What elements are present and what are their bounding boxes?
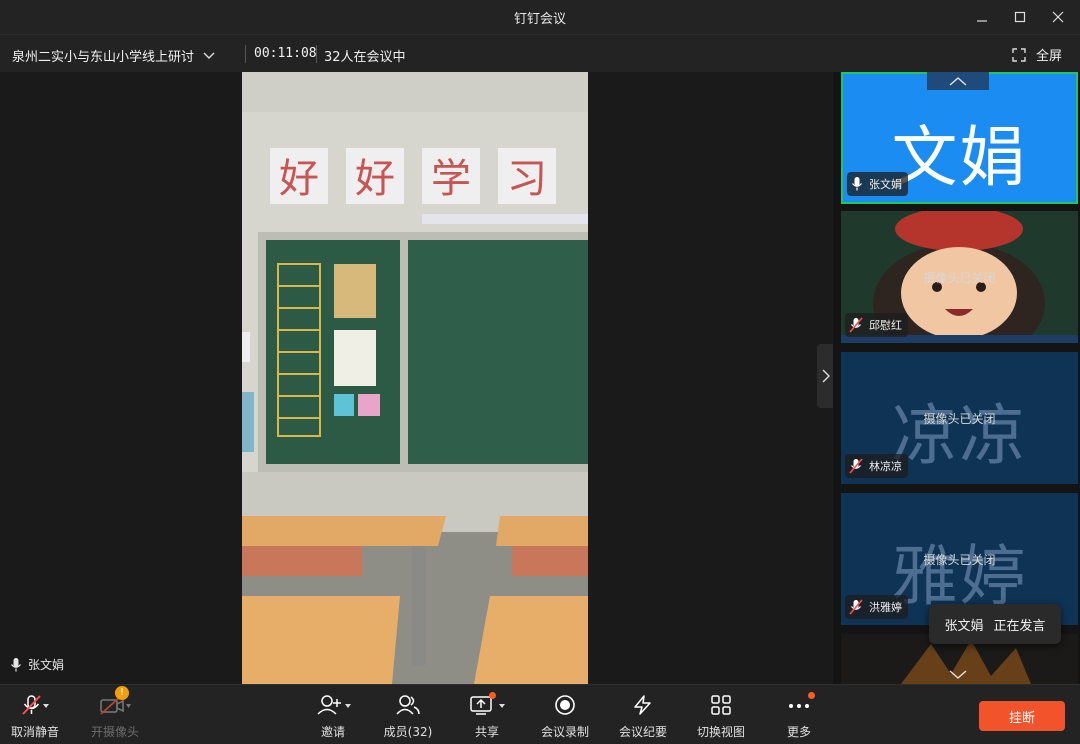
meeting-timer: 00:11:08 xyxy=(254,46,317,61)
chevron-up-icon xyxy=(949,77,967,86)
grid-view-icon xyxy=(711,695,731,715)
add-person-icon xyxy=(317,695,351,715)
invite-icon-wrap xyxy=(313,693,353,717)
members-button[interactable]: 成员(32) xyxy=(373,693,443,741)
camera-off-text: 摄像头已关闭 xyxy=(923,412,996,426)
participant-name: 张文娟 xyxy=(869,178,902,191)
switch-view-label: 切换视图 xyxy=(696,725,745,739)
camera-off-text: 摄像头已关闭 xyxy=(923,271,996,285)
speaking-status: 正在发言 xyxy=(993,618,1046,634)
scroll-down-button[interactable] xyxy=(927,666,989,684)
notification-dot xyxy=(808,692,815,699)
camera-off-text: 摄像头已关闭 xyxy=(923,553,996,567)
poster-char: 好 xyxy=(279,156,319,202)
lightning-icon xyxy=(634,695,651,715)
unmute-label: 取消静音 xyxy=(10,725,59,739)
classroom-illustration: 好 好 学 习 xyxy=(242,72,588,684)
close-icon xyxy=(1052,11,1064,23)
participant-count: 32人在会议中 xyxy=(324,50,406,65)
unmute-button[interactable]: 取消静音 xyxy=(0,693,70,741)
meeting-name-dropdown[interactable]: 泉州二实小与东山小学线上研讨 xyxy=(12,46,216,65)
chevron-down-icon xyxy=(949,670,967,679)
participant-sidebar: 文娟 张文娟 摄像头已关闭 邱慰红 凉凉 摄像头已关闭 林凉凉 雅婷 摄像头已关… xyxy=(833,72,1080,684)
minutes-button[interactable]: 会议纪要 xyxy=(608,693,678,741)
members-icon-wrap xyxy=(395,693,421,717)
camera-button[interactable]: ! 开摄像头 xyxy=(80,686,150,741)
minimize-icon xyxy=(977,20,987,22)
share-icon-wrap xyxy=(467,692,507,717)
switch-view-button[interactable]: 切换视图 xyxy=(686,693,756,741)
scroll-up-button[interactable] xyxy=(927,72,989,90)
participant-nametag: 邱慰红 xyxy=(845,313,908,337)
participant-nametag: 张文娟 xyxy=(847,172,908,196)
more-label: 更多 xyxy=(786,725,811,739)
participant-tile[interactable]: 文娟 张文娟 xyxy=(841,72,1078,204)
switch-view-icon-wrap xyxy=(710,693,732,717)
meeting-name: 泉州二实小与东山小学线上研讨 xyxy=(12,50,195,65)
share-button[interactable]: 共享 xyxy=(452,692,522,741)
minutes-label: 会议纪要 xyxy=(618,725,667,739)
participant-name: 邱慰红 xyxy=(869,319,902,332)
stage-speaker-label: 张文娟 xyxy=(10,656,64,673)
meeting-info-bar: 泉州二实小与东山小学线上研讨 00:11:08 32人在会议中 全屏 xyxy=(0,34,1080,72)
poster-char: 好 xyxy=(355,156,395,202)
poster-char: 学 xyxy=(431,156,471,202)
warning-badge-icon: ! xyxy=(115,686,129,700)
speaking-indicator: 张文娟 正在发言 xyxy=(929,604,1061,644)
invite-button[interactable]: 邀请 xyxy=(298,693,368,741)
speaking-name: 张文娟 xyxy=(944,618,984,634)
record-button[interactable]: 会议录制 xyxy=(530,693,600,741)
invite-label: 邀请 xyxy=(320,725,345,739)
notification-dot xyxy=(489,692,496,699)
title-bar: 钉钉会议 xyxy=(0,0,1080,34)
share-screen-icon xyxy=(470,696,505,715)
participant-name: 林凉凉 xyxy=(869,460,902,473)
minutes-icon-wrap xyxy=(630,693,656,717)
shared-video: 好 好 学 习 xyxy=(242,72,588,684)
speaker-name: 张文娟 xyxy=(28,658,65,672)
participant-nametag: 林凉凉 xyxy=(845,454,908,478)
members-label: 成员(32) xyxy=(383,725,433,739)
microphone-muted-icon xyxy=(849,599,863,615)
microphone-muted-icon xyxy=(22,695,49,715)
record-icon xyxy=(555,695,575,715)
maximize-button[interactable] xyxy=(1000,0,1040,34)
members-icon xyxy=(396,695,420,715)
unmute-icon-wrap xyxy=(20,693,50,717)
camera-icon-wrap: ! xyxy=(98,686,132,717)
minimize-button[interactable] xyxy=(962,0,1002,34)
chevron-right-icon xyxy=(822,369,830,383)
camera-label: 开摄像头 xyxy=(90,725,139,739)
fullscreen-button[interactable]: 全屏 xyxy=(1012,45,1062,64)
participant-tile[interactable]: 凉凉 摄像头已关闭 林凉凉 xyxy=(841,352,1078,484)
microphone-icon xyxy=(852,177,862,191)
close-button[interactable] xyxy=(1038,0,1078,34)
main-stage: 好 好 学 习 张文娟 xyxy=(0,72,835,684)
participant-nametag: 洪雅婷 xyxy=(845,595,908,619)
participant-name: 洪雅婷 xyxy=(869,601,902,614)
divider xyxy=(245,45,246,63)
divider xyxy=(316,45,317,63)
microphone-muted-icon xyxy=(849,317,863,333)
microphone-muted-icon xyxy=(849,458,863,474)
microphone-icon xyxy=(11,657,21,671)
fullscreen-label: 全屏 xyxy=(1035,49,1062,64)
window-title: 钉钉会议 xyxy=(513,12,566,27)
poster-char: 习 xyxy=(507,156,547,202)
meeting-toolbar: 取消静音 ! 开摄像头 邀请 成员(32) 共享 会议录制 会议纪要 切换视图 … xyxy=(0,684,1080,744)
maximize-icon xyxy=(1014,11,1026,23)
chevron-down-icon xyxy=(203,52,215,59)
more-icon-wrap xyxy=(786,692,815,717)
hangup-button[interactable]: 挂断 xyxy=(979,701,1065,731)
record-icon-wrap xyxy=(553,693,577,717)
fullscreen-icon xyxy=(1012,47,1026,62)
record-label: 会议录制 xyxy=(540,725,589,739)
share-label: 共享 xyxy=(474,725,499,739)
participant-tile[interactable]: 摄像头已关闭 邱慰红 xyxy=(841,211,1078,343)
more-button[interactable]: 更多 xyxy=(764,692,834,741)
